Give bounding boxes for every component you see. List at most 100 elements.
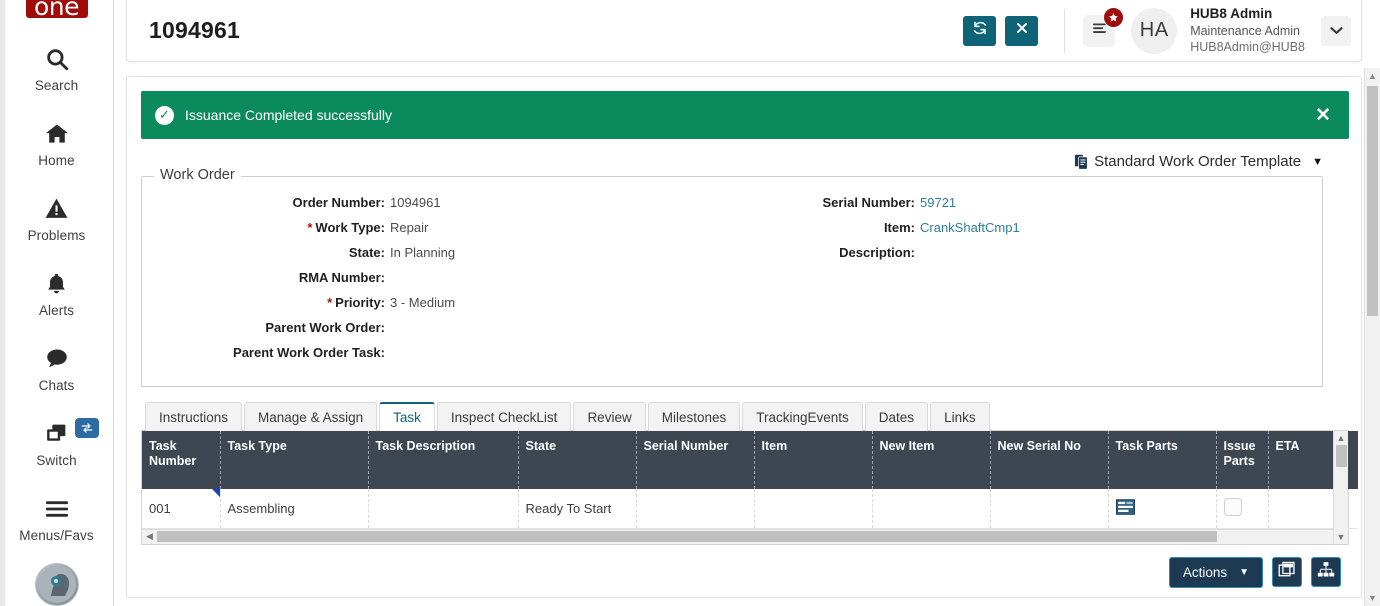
table-vertical-scrollbar[interactable]: ▲ ▼ bbox=[1333, 431, 1348, 544]
page-vertical-scrollbar[interactable]: ▲ ▼ bbox=[1364, 68, 1380, 606]
tab-trackingevents[interactable]: TrackingEvents bbox=[742, 402, 863, 431]
sidebar-item-chats[interactable]: Chats bbox=[0, 343, 113, 393]
cell-flag-marker bbox=[211, 488, 220, 497]
item-link[interactable]: CrankShaftCmp1 bbox=[920, 220, 1020, 235]
required-marker: * bbox=[327, 295, 333, 310]
caret-down-icon: ▼ bbox=[1239, 566, 1249, 578]
hierarchy-tree-icon bbox=[1317, 561, 1335, 583]
user-role: Maintenance Admin bbox=[1190, 23, 1300, 38]
table-row[interactable]: 001 Assembling Ready To Start bbox=[142, 488, 1358, 529]
issue-parts-checkbox[interactable] bbox=[1223, 497, 1242, 516]
page-title: 1094961 bbox=[149, 17, 240, 43]
scroll-down-icon[interactable]: ▼ bbox=[1337, 530, 1346, 544]
hierarchy-button[interactable] bbox=[1311, 557, 1341, 587]
tab-links[interactable]: Links bbox=[930, 402, 990, 431]
avatar[interactable]: HA bbox=[1131, 7, 1178, 54]
column-header-new-serial-no[interactable]: New Serial No bbox=[990, 431, 1109, 489]
home-icon bbox=[43, 118, 71, 150]
tab-dates[interactable]: Dates bbox=[864, 402, 929, 431]
field-label: Serial Number: bbox=[822, 195, 915, 210]
scroll-up-icon[interactable]: ▲ bbox=[1337, 431, 1346, 445]
task-parts-list-icon[interactable] bbox=[1115, 498, 1135, 518]
cell-task-type[interactable]: Assembling bbox=[220, 488, 369, 529]
app-logo[interactable]: one bbox=[25, 0, 88, 18]
cell-serial-number[interactable] bbox=[636, 488, 755, 529]
tab-review[interactable]: Review bbox=[573, 402, 646, 431]
column-header-new-item[interactable]: New Item bbox=[872, 431, 991, 489]
cell-issue-parts[interactable] bbox=[1216, 488, 1269, 529]
actions-button[interactable]: Actions ▼ bbox=[1168, 556, 1263, 588]
sidebar-item-search[interactable]: Search bbox=[0, 43, 113, 93]
field-label: Order Number: bbox=[292, 195, 385, 210]
copy-window-button[interactable] bbox=[1272, 557, 1302, 587]
column-header-issue-parts[interactable]: Issue Parts bbox=[1216, 431, 1269, 489]
chat-bubble-icon bbox=[43, 343, 71, 375]
sidebar-item-problems[interactable]: Problems bbox=[0, 193, 113, 243]
window-copy-icon bbox=[1278, 561, 1296, 584]
field-label: * Work Type: bbox=[307, 220, 385, 235]
page-scroll-up-icon[interactable]: ▲ bbox=[1368, 68, 1377, 84]
work-order-legend: Work Order bbox=[154, 167, 241, 183]
caret-down-icon: ▼ bbox=[1312, 155, 1323, 168]
check-circle-icon: ✓ bbox=[155, 105, 174, 125]
cell-new-serial-no[interactable] bbox=[990, 488, 1109, 529]
tab-manage-assign[interactable]: Manage & Assign bbox=[244, 402, 378, 431]
sidebar-item-label: Search bbox=[34, 77, 79, 93]
cell-item[interactable] bbox=[754, 488, 873, 529]
sidebar-item-switch[interactable]: Switch bbox=[0, 417, 113, 468]
field-label: Description: bbox=[839, 245, 915, 260]
close-button[interactable] bbox=[1005, 15, 1039, 46]
main-region: 1094961 HA HUB8 Admin Maintenance Admin … bbox=[114, 0, 1380, 606]
column-header-serial-number[interactable]: Serial Number bbox=[636, 431, 755, 489]
sidebar-item-menus-favs[interactable]: Menus/Favs bbox=[0, 493, 113, 543]
column-header-state[interactable]: State bbox=[518, 431, 637, 489]
serial-number-link[interactable]: 59721 bbox=[920, 195, 956, 210]
sidebar-item-label: Home bbox=[38, 152, 75, 168]
page-scroll-thumb[interactable] bbox=[1367, 86, 1378, 316]
cell-new-item[interactable] bbox=[872, 488, 991, 529]
header-menu-button[interactable] bbox=[1083, 6, 1125, 47]
user-menu-button[interactable] bbox=[1321, 15, 1351, 46]
exchange-arrows-icon[interactable] bbox=[75, 417, 99, 438]
field-label: Item: bbox=[883, 220, 915, 235]
windows-stack-icon bbox=[43, 418, 70, 450]
field-parent-work-order: Parent Work Order: bbox=[142, 320, 732, 335]
field-label: Parent Work Order: bbox=[265, 320, 385, 335]
field-serial-number: Serial Number: 59721 bbox=[732, 195, 1322, 210]
cell-task-parts[interactable] bbox=[1108, 488, 1217, 529]
tab-inspect-checklist[interactable]: Inspect CheckList bbox=[436, 402, 572, 431]
success-alert: ✓ Issuance Completed successfully ✕ bbox=[141, 91, 1349, 139]
column-header-task-parts[interactable]: Task Parts bbox=[1108, 431, 1217, 489]
cell-state[interactable]: Ready To Start bbox=[518, 488, 637, 529]
page-scroll-down-icon[interactable]: ▼ bbox=[1368, 590, 1377, 606]
alert-message: Issuance Completed successfully bbox=[185, 107, 392, 123]
field-value: Repair bbox=[390, 220, 429, 235]
field-value: In Planning bbox=[390, 245, 456, 260]
template-selector[interactable]: Standard Work Order Template ▼ bbox=[1074, 153, 1323, 170]
sidebar-item-alerts[interactable]: Alerts bbox=[0, 268, 113, 318]
scroll-thumb-horizontal[interactable] bbox=[157, 531, 1217, 542]
cell-task-number[interactable]: 001 bbox=[142, 488, 221, 529]
field-value: 1094961 bbox=[390, 195, 441, 210]
assistant-avatar-icon[interactable] bbox=[34, 562, 79, 606]
detail-tabs: Instructions Manage & Assign Task Inspec… bbox=[141, 401, 1349, 431]
tab-task[interactable]: Task bbox=[379, 402, 435, 431]
work-order-left-column: Order Number: 1094961 * Work Type: Repair… bbox=[142, 195, 732, 370]
column-header-task-description[interactable]: Task Description bbox=[368, 431, 519, 489]
task-table-header-row: Task Number Task Type Task Description S… bbox=[142, 431, 1358, 489]
tab-milestones[interactable]: Milestones bbox=[647, 402, 741, 431]
alert-close-icon[interactable]: ✕ bbox=[1315, 104, 1335, 127]
tab-instructions[interactable]: Instructions bbox=[145, 402, 243, 431]
cell-task-description[interactable] bbox=[368, 488, 519, 529]
table-horizontal-scrollbar[interactable]: ◀ ▶ bbox=[142, 528, 1348, 544]
column-header-task-number[interactable]: Task Number bbox=[142, 431, 221, 489]
column-header-item[interactable]: Item bbox=[754, 431, 873, 489]
column-header-task-type[interactable]: Task Type bbox=[220, 431, 369, 489]
scroll-thumb-vertical[interactable] bbox=[1335, 445, 1347, 467]
refresh-button[interactable] bbox=[963, 15, 997, 46]
scroll-left-icon[interactable]: ◀ bbox=[142, 531, 157, 542]
user-email: HUB8Admin@HUB8 bbox=[1190, 40, 1305, 55]
search-icon bbox=[44, 43, 70, 75]
star-icon bbox=[1103, 6, 1125, 28]
sidebar-item-home[interactable]: Home bbox=[0, 118, 113, 168]
